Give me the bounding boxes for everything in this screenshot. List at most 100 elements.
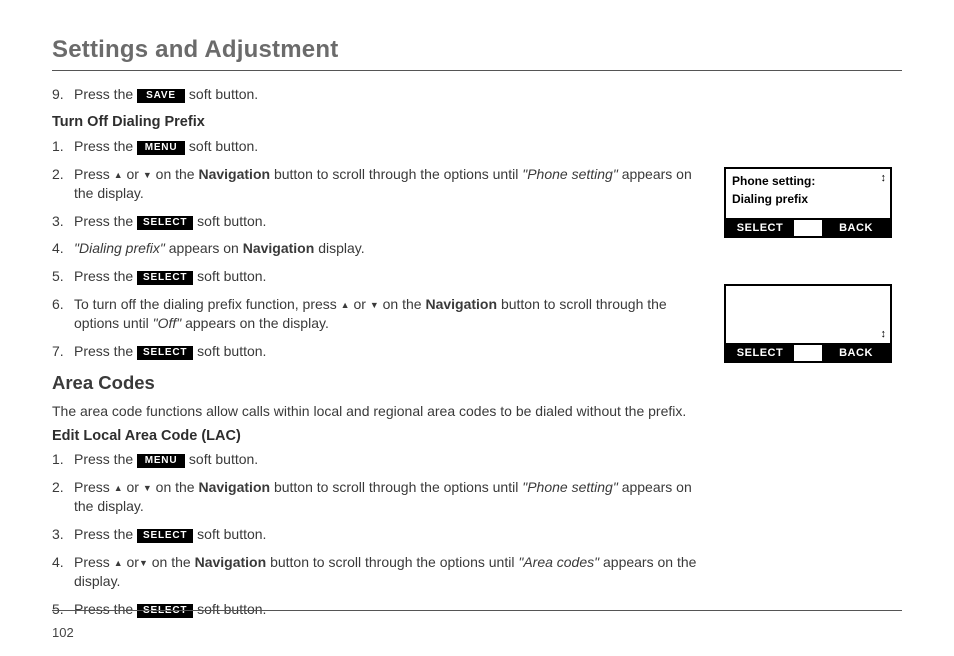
softkey-back: BACK [822,345,890,361]
up-arrow-icon: ▲ [114,169,123,181]
select-pill-icon: SELECT [137,216,193,230]
text: button to scroll through the options unt… [274,479,518,495]
edit-lac-steps: 1. Press the MENU soft button. 2. Press … [52,450,698,618]
step-5: 5. Press the SELECT soft button. [52,267,698,286]
step-number: 9. [52,85,74,104]
text: To turn off the dialing prefix function,… [74,296,337,312]
text: soft button. [197,268,266,284]
text: Press the [74,451,133,467]
text: soft button. [197,526,266,542]
text: appears on [169,240,239,256]
softkey-gap [794,345,822,361]
softkey-bar: SELECT BACK [726,343,890,361]
step-7: 7. Press the SELECT soft button. [52,342,698,361]
manual-page: Settings and Adjustment 9. Press the SAV… [0,0,954,656]
text: display. [318,240,364,256]
menu-pill-icon: MENU [137,141,185,155]
text: Press the [74,343,133,359]
area-codes-intro: The area code functions allow calls with… [52,402,698,421]
softkey-select: SELECT [726,220,794,236]
navigation-word: Navigation [198,479,270,495]
step-2: 2. Press ▲ or ▼ on the Navigation button… [52,165,698,203]
scroll-indicator-icon: ↕ [881,329,887,339]
select-pill-icon: SELECT [137,346,193,360]
step-4: 4. "Dialing prefix" appears on Navigatio… [52,239,698,258]
quoted: "Area codes" [518,554,599,570]
softkey-gap [794,220,822,236]
softkey-back: BACK [822,220,890,236]
text: soft button. [189,451,258,467]
scroll-indicator-icon: ↕ [881,173,887,183]
softkey-select: SELECT [726,345,794,361]
section-heading-area-codes: Area Codes [52,371,698,396]
step-2: 2. Press ▲ or ▼ on the Navigation button… [52,478,698,516]
text: Press the [74,138,133,154]
text: button to scroll through the options unt… [270,554,514,570]
page-number: 102 [52,624,74,642]
steps-continued: 9. Press the SAVE soft button. [52,85,698,104]
softkey-bar: SELECT BACK [726,218,890,236]
step-1: 1. Press the MENU soft button. [52,450,698,469]
text: on the [156,479,195,495]
navigation-word: Navigation [198,166,270,182]
down-arrow-icon: ▼ [143,169,152,181]
title-rule [52,70,902,71]
content-columns: 9. Press the SAVE soft button. Turn Off … [52,81,902,627]
quoted: "Off" [153,315,182,331]
save-pill-icon: SAVE [137,89,185,103]
up-arrow-icon: ▲ [114,557,123,569]
step-9: 9. Press the SAVE soft button. [52,85,698,104]
text: soft button. [197,601,266,617]
text: or [353,296,365,312]
step-3: 3. Press the SELECT soft button. [52,525,698,544]
text: Press the [74,601,133,617]
text: Press the [74,86,133,102]
text: button to scroll through the options unt… [274,166,518,182]
text: on the [383,296,422,312]
main-column: 9. Press the SAVE soft button. Turn Off … [52,81,698,627]
text: appears on the display. [185,315,329,331]
text: soft button. [189,86,258,102]
navigation-word: Navigation [195,554,267,570]
step-3: 3. Press the SELECT soft button. [52,212,698,231]
text: soft button. [197,213,266,229]
menu-pill-icon: MENU [137,454,185,468]
quoted: "Phone setting" [522,166,618,182]
text: on the [156,166,195,182]
subheading-turn-off-prefix: Turn Off Dialing Prefix [52,113,698,133]
select-pill-icon: SELECT [137,529,193,543]
text: or [127,554,139,570]
text: Press the [74,213,133,229]
text: Press the [74,268,133,284]
phone-screen-blank: ↕ SELECT BACK [724,284,892,363]
turn-off-prefix-steps: 1. Press the MENU soft button. 2. Press … [52,137,698,361]
screen-line-1: Phone setting: [732,173,884,189]
quoted: "Phone setting" [522,479,618,495]
navigation-word: Navigation [425,296,497,312]
text: Press [74,166,110,182]
step-4: 4. Press ▲ or ​▼ on the Navigation butto… [52,553,698,591]
navigation-word: Navigation [243,240,315,256]
subheading-edit-lac: Edit Local Area Code (LAC) [52,427,698,447]
down-arrow-icon: ▼ [139,557,148,569]
step-6: 6. To turn off the dialing prefix functi… [52,295,698,333]
text: or [127,479,139,495]
side-column: Phone setting: Dialing prefix ↕ SELECT B… [724,81,902,627]
screen-line-2: Dialing prefix [732,191,884,207]
select-pill-icon: SELECT [137,271,193,285]
quoted: "Dialing prefix" [74,240,165,256]
text: soft button. [197,343,266,359]
down-arrow-icon: ▼ [370,299,379,311]
up-arrow-icon: ▲ [341,299,350,311]
text: Press the [74,526,133,542]
phone-screen-dialing-prefix: Phone setting: Dialing prefix ↕ SELECT B… [724,167,892,238]
up-arrow-icon: ▲ [114,482,123,494]
text: Press [74,479,110,495]
text: on the [152,554,191,570]
page-title: Settings and Adjustment [52,34,902,66]
text: or [127,166,139,182]
text: Press [74,554,110,570]
text: soft button. [189,138,258,154]
footer-rule [52,610,902,611]
down-arrow-icon: ▼ [143,482,152,494]
